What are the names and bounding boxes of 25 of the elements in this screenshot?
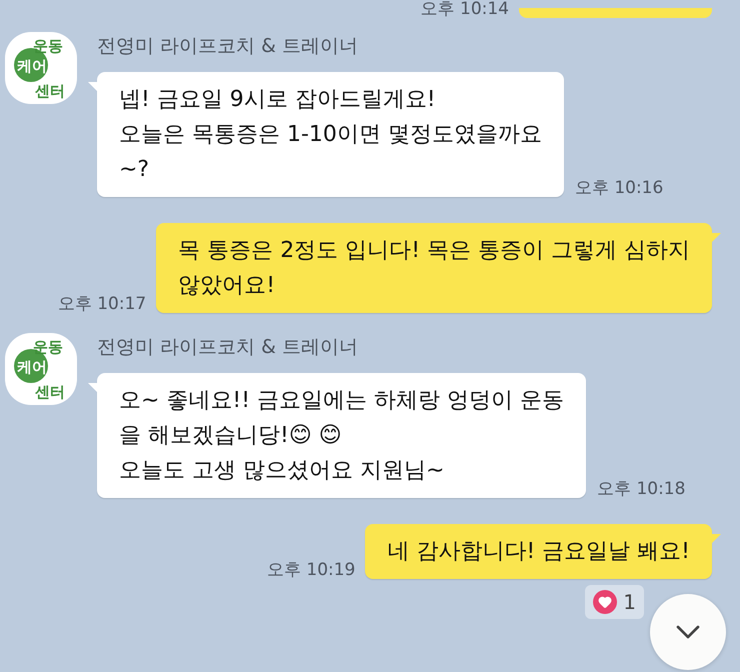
message-text: 오늘은 목통증은 1-10이면 몇정도였을까요 [119,121,542,149]
message-text: ~? [119,156,150,184]
message-time: 오후 10:16 [574,179,664,197]
message-text: 않았어요! [178,272,276,300]
reaction-badge[interactable]: 1 [585,585,644,619]
logo-text: 케어 [17,359,47,375]
message-text: 네 감사합니다! 금요일날 봬요! [387,538,690,566]
message-time: 오후 10:18 [597,480,686,498]
sender-name: 전영미 라이프코치 & 트레이너 [97,335,359,359]
logo-text: 운동 [33,339,63,355]
message-time: 오후 10:17 [58,295,146,313]
message-time: 오후 10:19 [266,561,356,579]
logo-text: 센터 [35,83,65,99]
message-text: 목 통증은 2정도 입니다! 목은 통증이 그렇게 심하지 [178,237,690,265]
logo-text: 케어 [17,58,47,74]
logo-text: 운동 [33,38,63,54]
message-text: 오늘도 고생 많으셨어요 지원님~ [119,457,446,485]
message-time: 오후 10:14 [420,0,509,18]
logo-text: 센터 [35,384,65,400]
message-text: 오~ 좋네요!! 금요일에는 하체랑 엉덩이 운동 [119,387,564,415]
message-text: 을 해보겠습니당!😊 😊 [119,422,343,450]
message-text: 넵! 금요일 9시로 잡아드릴게요! [119,86,437,114]
avatar-logo[interactable]: 운동 케어 센터 [5,333,77,405]
avatar-logo[interactable]: 운동 케어 센터 [5,32,77,104]
sender-name: 전영미 라이프코치 & 트레이너 [97,34,359,58]
